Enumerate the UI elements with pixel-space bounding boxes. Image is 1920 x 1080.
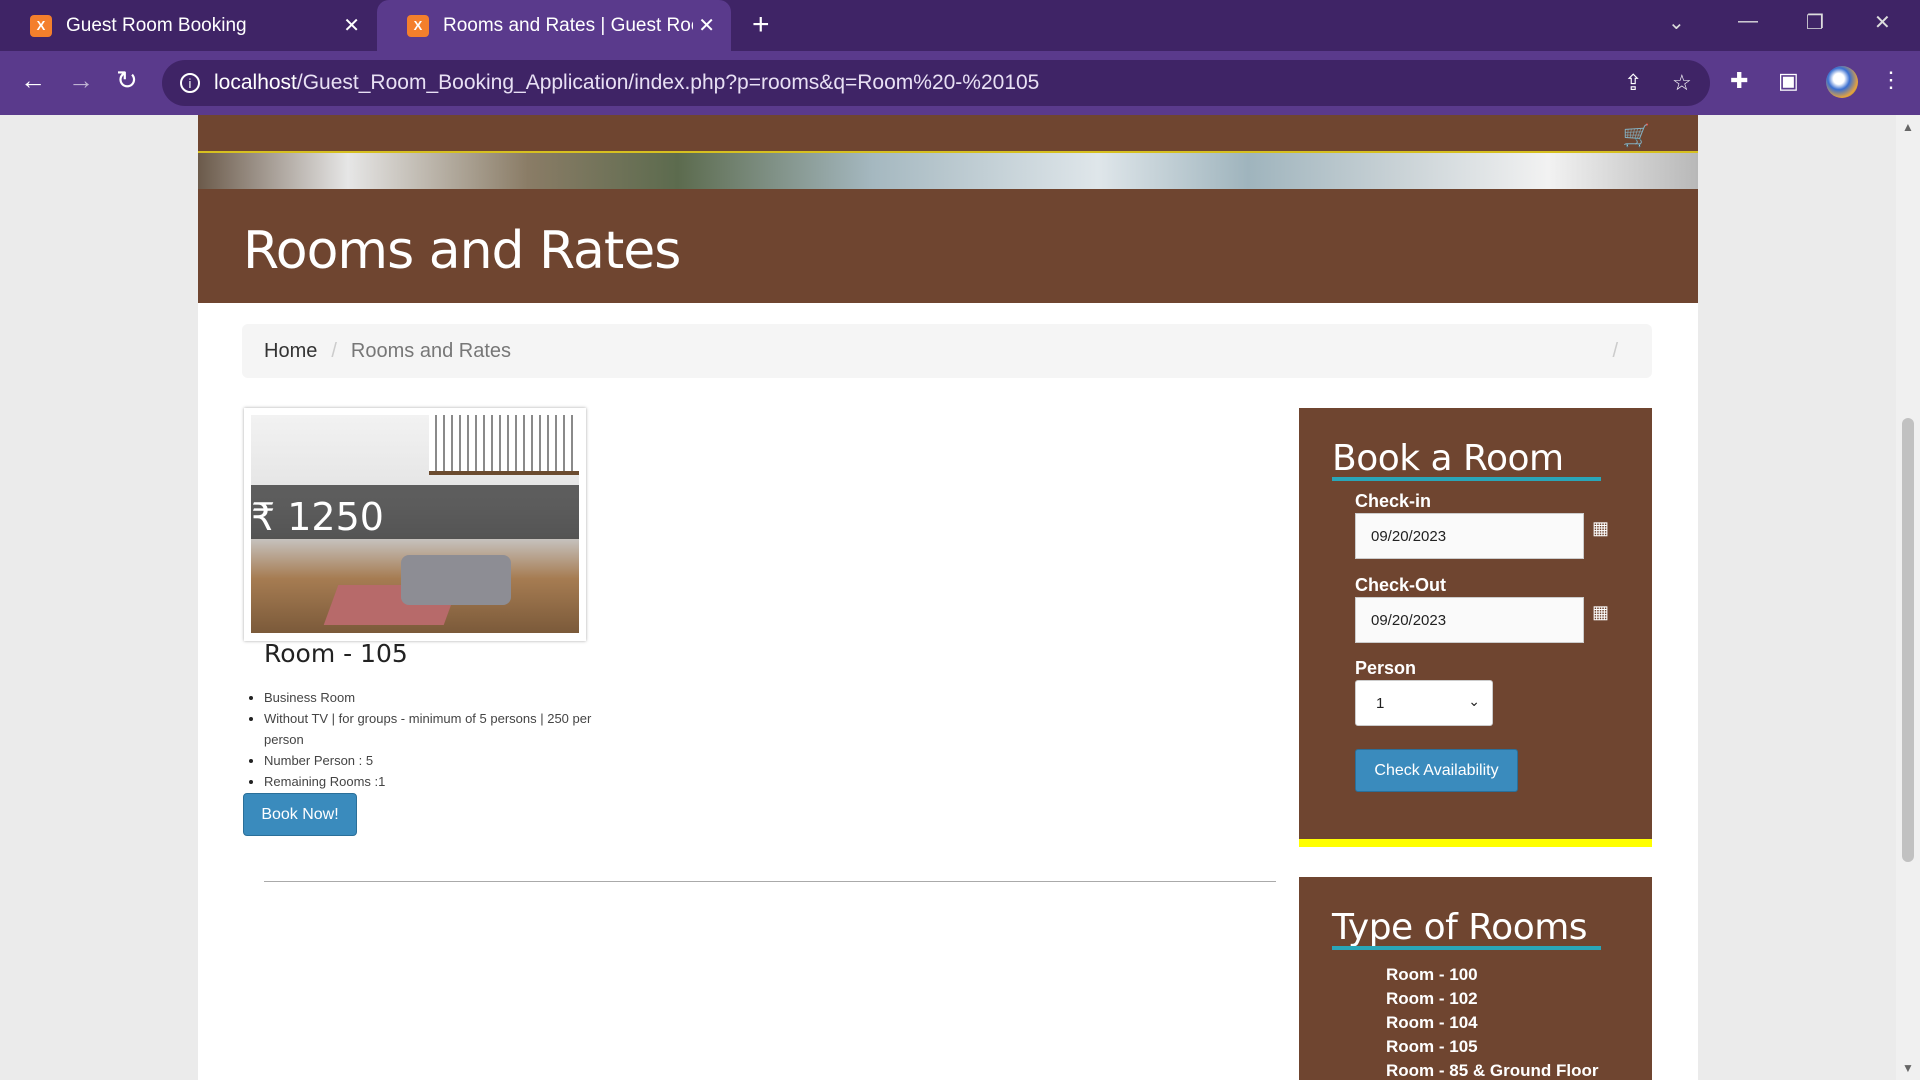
url-text[interactable]: localhost/Guest_Room_Booking_Application… — [214, 71, 1039, 95]
checkin-label: Check-in — [1355, 491, 1432, 511]
address-bar[interactable]: i localhost/Guest_Room_Booking_Applicati… — [162, 60, 1710, 106]
room-type-link[interactable]: Room - 104 — [1386, 1011, 1599, 1035]
room-type-link[interactable]: Room - 85 & Ground Floor — [1386, 1059, 1599, 1080]
sidepanel-icon[interactable]: ▣ — [1778, 68, 1799, 94]
person-select-value: 1 — [1376, 694, 1385, 712]
share-icon[interactable]: ⇪ — [1624, 70, 1642, 96]
restore-icon[interactable]: ❐ — [1806, 10, 1824, 35]
scroll-down-icon[interactable]: ▼ — [1902, 1061, 1914, 1075]
scrollbar-thumb[interactable] — [1902, 418, 1914, 862]
room-type-link[interactable]: Room - 100 — [1386, 963, 1599, 987]
photo-sofa — [401, 555, 511, 605]
room-type-link[interactable]: Room - 105 — [1386, 1035, 1599, 1059]
close-tab-icon[interactable]: ✕ — [698, 13, 715, 38]
reload-icon[interactable]: ↻ — [116, 65, 138, 96]
new-tab-icon[interactable]: + — [752, 8, 770, 42]
book-room-title: Book a Room — [1332, 438, 1564, 479]
list-item: Number Person : 5 — [264, 750, 604, 771]
room-types-panel: Type of Rooms Room - 100 Room - 102 Room… — [1299, 877, 1652, 1080]
extensions-icon[interactable]: ✚ — [1730, 68, 1748, 94]
room-types-title: Type of Rooms — [1332, 907, 1588, 948]
cart-icon[interactable]: 🛒 — [1623, 123, 1650, 149]
checkout-label: Check-Out — [1355, 575, 1447, 595]
content-divider — [264, 881, 1276, 882]
xampp-favicon-icon: X — [407, 14, 429, 37]
xampp-favicon-icon: X — [30, 14, 52, 37]
person-label: Person — [1355, 658, 1417, 678]
calendar-icon[interactable]: ▦ — [1592, 602, 1609, 623]
person-select[interactable]: 1 ⌄ — [1355, 680, 1493, 726]
book-now-button[interactable]: Book Now! — [243, 793, 357, 836]
room-photo[interactable]: ₹ 1250 — [251, 415, 579, 633]
site-top-bar: 🛒 — [198, 115, 1698, 153]
chevron-down-icon: ⌄ — [1468, 693, 1480, 709]
close-tab-icon[interactable]: ✕ — [343, 13, 360, 38]
title-underline — [1332, 477, 1601, 481]
browser-toolbar: ← → ↻ i localhost/Guest_Room_Booking_App… — [0, 51, 1920, 115]
breadcrumb-home-link[interactable]: Home — [264, 340, 317, 363]
page-title: Rooms and Rates — [243, 221, 681, 281]
info-icon[interactable]: i — [180, 73, 200, 93]
tab-title: Rooms and Rates | Guest Room Booking — [443, 14, 693, 36]
tab-search-chevron-icon[interactable]: ⌄ — [1668, 10, 1685, 35]
profile-avatar[interactable] — [1826, 66, 1858, 98]
room-image-card[interactable]: ₹ 1250 — [244, 408, 586, 641]
star-icon[interactable]: ☆ — [1672, 70, 1692, 96]
url-host: localhost — [214, 71, 297, 94]
back-icon[interactable]: ← — [20, 65, 46, 96]
browser-tab-bar: X Guest Room Booking ✕ X Rooms and Rates… — [0, 0, 1920, 51]
page-scrollbar[interactable]: ▲ ▼ — [1896, 115, 1920, 1080]
room-name: Room - 105 — [264, 639, 408, 668]
page-container: 🛒 Rooms and Rates Home / Rooms and Rates… — [198, 115, 1698, 1080]
menu-icon[interactable]: ⋮ — [1880, 67, 1902, 93]
title-underline — [1332, 946, 1601, 950]
photo-railing — [429, 415, 579, 475]
tab-rooms-and-rates[interactable]: X Rooms and Rates | Guest Room Booking ✕ — [377, 0, 731, 51]
list-item: Business Room — [264, 687, 604, 708]
hero-image-strip — [198, 153, 1698, 189]
book-room-panel: Book a Room Check-in 09/20/2023 ▦ Check-… — [1299, 408, 1652, 847]
checkin-input[interactable]: 09/20/2023 — [1355, 513, 1584, 559]
list-item: Without TV | for groups - minimum of 5 p… — [264, 708, 604, 750]
room-types-list: Room - 100 Room - 102 Room - 104 Room - … — [1386, 963, 1599, 1080]
forward-icon[interactable]: → — [68, 65, 94, 96]
url-path: /Guest_Room_Booking_Application/index.ph… — [296, 71, 1040, 94]
minimize-icon[interactable]: — — [1738, 10, 1758, 33]
close-window-icon[interactable]: ✕ — [1874, 10, 1891, 35]
tab-guest-room-booking[interactable]: X Guest Room Booking ✕ — [0, 0, 376, 51]
breadcrumb-trail: / — [1612, 339, 1618, 362]
calendar-icon[interactable]: ▦ — [1592, 518, 1609, 539]
breadcrumb: Home / Rooms and Rates / — [242, 324, 1652, 378]
breadcrumb-separator: / — [331, 339, 337, 362]
checkout-input[interactable]: 09/20/2023 — [1355, 597, 1584, 643]
room-features: Business Room Without TV | for groups - … — [264, 687, 604, 792]
page-banner: Rooms and Rates — [198, 189, 1698, 303]
room-price: ₹ 1250 — [251, 495, 384, 539]
check-availability-button[interactable]: Check Availability — [1355, 749, 1518, 792]
breadcrumb-current: Rooms and Rates — [350, 339, 511, 362]
room-type-link[interactable]: Room - 102 — [1386, 987, 1599, 1011]
list-item: Remaining Rooms :1 — [264, 771, 604, 792]
tab-title: Guest Room Booking — [66, 14, 247, 36]
scroll-up-icon[interactable]: ▲ — [1902, 120, 1914, 134]
page-viewport: 🛒 Rooms and Rates Home / Rooms and Rates… — [0, 115, 1896, 1080]
